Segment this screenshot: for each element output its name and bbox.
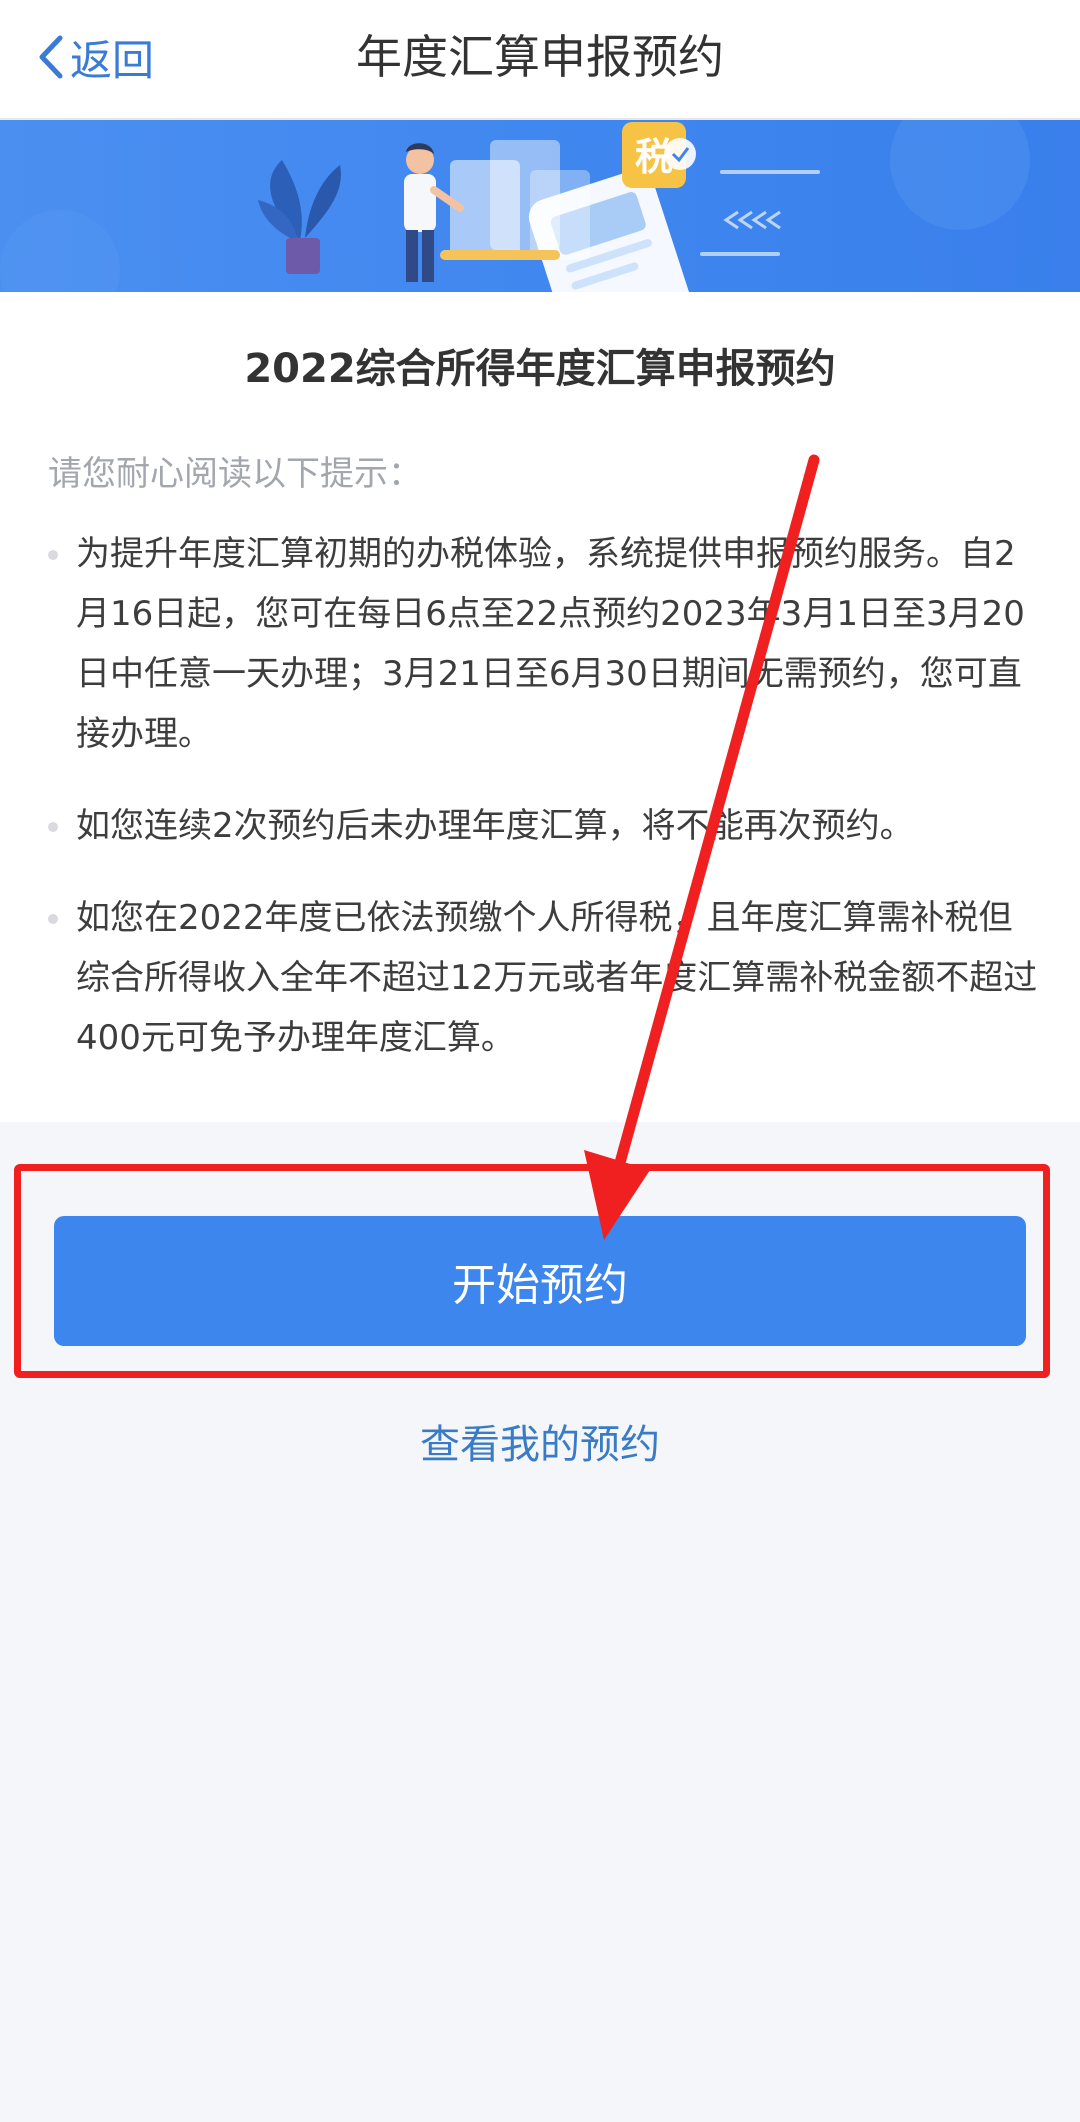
tips-list: 为提升年度汇算初期的办税体验，系统提供申报预约服务。自2月16日起，您可在每日6… (48, 524, 1038, 1068)
tip-text: 如您连续2次预约后未办理年度汇算，将不能再次预约。 (76, 806, 914, 846)
tip-text: 为提升年度汇算初期的办税体验，系统提供申报预约服务。自2月16日起，您可在每日6… (76, 534, 1025, 754)
banner-illustration: 税 (0, 120, 1080, 292)
card-title: 2022综合所得年度汇算申报预约 (244, 346, 836, 392)
page-title: 年度汇算申报预约 (356, 30, 724, 84)
bullet-dot (48, 822, 58, 832)
tip-text: 如您在2022年度已依法预缴个人所得税，且年度汇算需补税但综合所得收入全年不超过… (76, 898, 1038, 1058)
tax-badge-icon: 税 (622, 122, 696, 188)
bullet-dot (48, 550, 58, 560)
bullet-dot (48, 914, 58, 924)
chevrons-decoration (723, 210, 781, 230)
start-booking-button[interactable]: 开始预约 (54, 1216, 1026, 1346)
view-my-booking-link[interactable]: 查看我的预约 (0, 1412, 1080, 1470)
list-item: 如您在2022年度已依法预缴个人所得税，且年度汇算需补税但综合所得收入全年不超过… (48, 888, 1038, 1068)
list-item: 为提升年度汇算初期的办税体验，系统提供申报预约服务。自2月16日起，您可在每日6… (48, 524, 1038, 764)
nav-bar: 返回 年度汇算申报预约 (0, 0, 1080, 120)
list-item: 如您连续2次预约后未办理年度汇算，将不能再次预约。 (48, 796, 1038, 856)
plant-icon (258, 160, 341, 274)
intro-text: 请您耐心阅读以下提示： (48, 454, 422, 494)
info-card: 2022综合所得年度汇算申报预约 请您耐心阅读以下提示： 为提升年度汇算初期的办… (0, 292, 1080, 1122)
